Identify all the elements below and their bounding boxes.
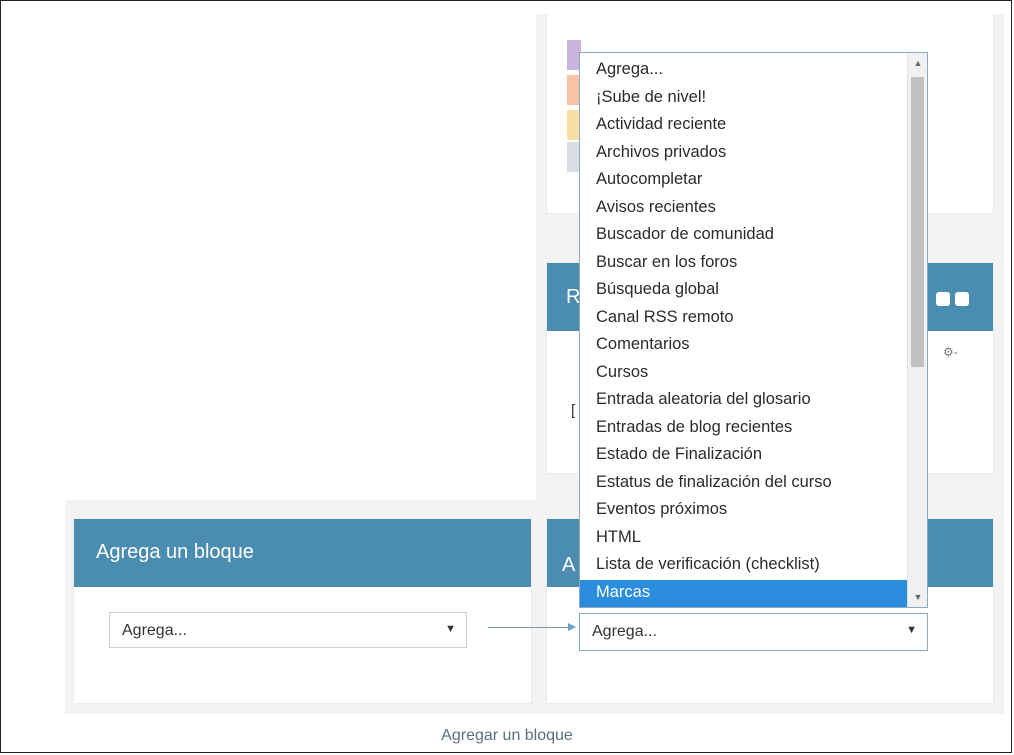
dropdown-option[interactable]: Eventos próximos [580,497,907,524]
dropdown-option[interactable]: Archivos privados [580,140,907,167]
add-block-select-right[interactable]: Agrega... ▼ [579,613,928,651]
dropdown-option[interactable]: ¡Sube de nivel! [580,85,907,112]
add-block-dropdown-list[interactable]: Agrega... ¡Sube de nivel! Actividad reci… [579,52,928,608]
dropdown-option-selected[interactable]: Marcas [580,579,907,607]
scroll-up-icon[interactable]: ▲ [908,55,927,71]
select-value: Agrega... [122,622,187,639]
dropdown-option[interactable]: Autocompletar [580,167,907,194]
dropdown-option[interactable]: Estatus de finalización del curso [580,470,907,497]
dropdown-option[interactable]: Lista de verificación (checklist) [580,552,907,579]
select-value: Agrega... [592,623,657,640]
annotation-arrow [488,623,576,631]
dropdown-option[interactable]: Agrega... [580,57,907,84]
dropdown-option[interactable]: Avisos recientes [580,195,907,222]
dropdown-option[interactable]: Estado de Finalización [580,442,907,469]
scroll-down-icon[interactable]: ▼ [908,589,927,605]
caret-down-icon: ▼ [906,624,917,636]
dropdown-option[interactable]: Canal RSS remoto [580,305,907,332]
caret-down-icon: ▼ [445,623,456,635]
dropdown-scrollbar[interactable]: ▲ ▼ [907,53,927,607]
block-settings-icon[interactable]: ⚙- [943,345,958,359]
rss-block-text-peek: [ [571,402,576,419]
dropdown-option[interactable]: Entrada aleatoria del glosario [580,387,907,414]
dock-icon[interactable] [955,292,969,306]
dropdown-option[interactable]: Búsqueda global [580,277,907,304]
dropdown-option[interactable]: HTML [580,525,907,552]
add-block-header-left: Agrega un bloque [74,519,531,587]
add-block-card-left: Agrega un bloque [73,518,532,704]
scrollbar-thumb[interactable] [911,77,924,367]
dropdown-option[interactable]: Actividad reciente [580,112,907,139]
add-block-title-right-peek: A [562,554,576,576]
dropdown-option[interactable]: Buscar en los foros [580,250,907,277]
add-block-title-left: Agrega un bloque [96,541,254,563]
add-block-select-left[interactable]: Agrega... ▼ [109,612,467,648]
dropdown-option[interactable]: Entradas de blog recientes [580,415,907,442]
collapse-icon[interactable] [936,292,950,306]
dropdown-option[interactable]: Comentarios [580,332,907,359]
dropdown-option[interactable]: Cursos [580,360,907,387]
add-block-link[interactable]: Agregar un bloque [0,727,1014,745]
dropdown-option[interactable]: Buscador de comunidad [580,222,907,249]
